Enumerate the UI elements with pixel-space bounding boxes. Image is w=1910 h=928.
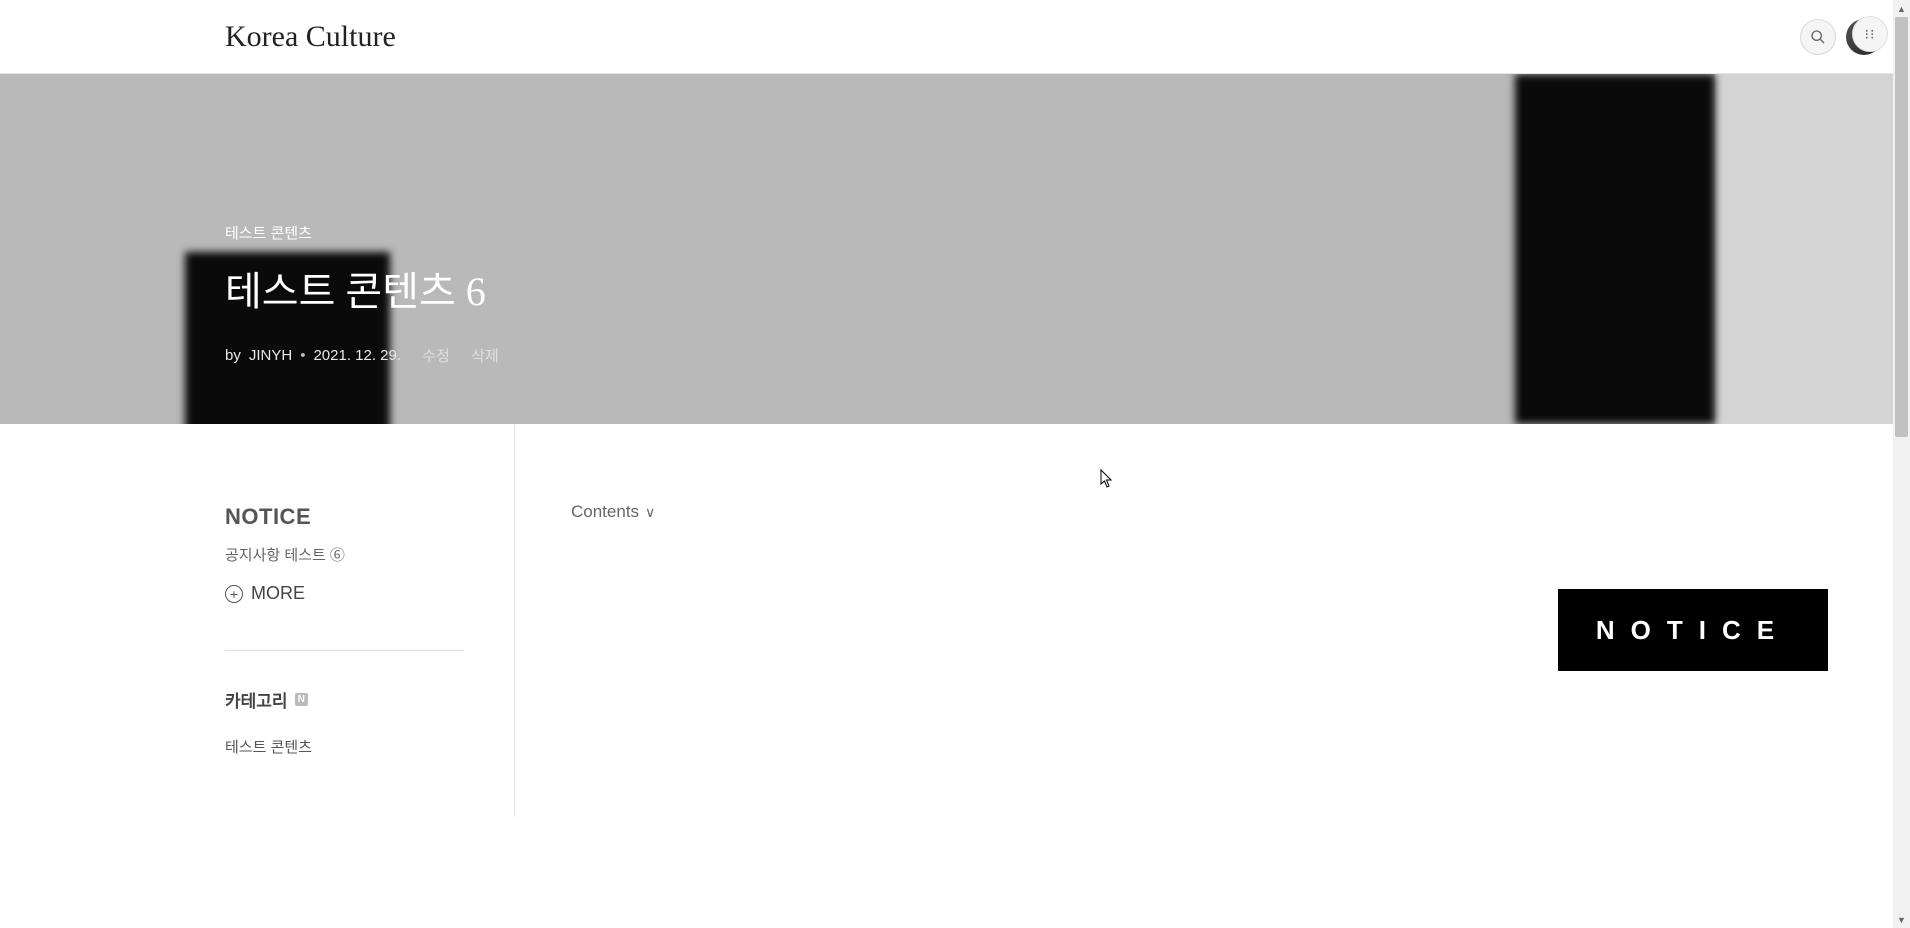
contents-toggle[interactable]: Contents ∨ <box>571 502 1910 522</box>
search-icon <box>1810 29 1826 45</box>
plus-circle-icon: + <box>225 585 243 603</box>
separator-dot: • <box>458 347 463 364</box>
post-date: 2021. 12. 29. <box>313 347 401 364</box>
sidebar-notice-heading: NOTICE <box>225 504 464 530</box>
kebab-icon: ⁝⁝ <box>1865 27 1876 41</box>
vertical-scrollbar[interactable]: ▲ ▼ <box>1893 0 1910 928</box>
scroll-up-arrow[interactable]: ▲ <box>1893 0 1910 17</box>
separator-dot: • <box>409 347 414 364</box>
author-link[interactable]: JINYH <box>249 347 292 364</box>
delete-link[interactable]: 삭제 <box>471 345 499 366</box>
more-button[interactable]: + MORE <box>225 583 464 604</box>
site-title[interactable]: Korea Culture <box>225 20 396 54</box>
post-title: 테스트 콘텐츠 6 <box>225 259 1910 317</box>
search-button[interactable] <box>1800 19 1836 55</box>
separator-dot: • <box>300 347 305 364</box>
top-header: Korea Culture <box>0 0 1910 74</box>
scroll-down-arrow[interactable]: ▼ <box>1893 911 1910 928</box>
by-label: by <box>225 347 241 364</box>
notice-graphic-text: NOTICE <box>1596 615 1790 646</box>
scrollbar-thumb[interactable] <box>1895 17 1908 437</box>
lower-area: NOTICE 공지사항 테스트 ⑥ + MORE 카테고리 N 테스트 콘텐츠 … <box>0 424 1910 817</box>
category-heading: 카테고리 N <box>225 687 464 712</box>
hero-banner: 테스트 콘텐츠 테스트 콘텐츠 6 by JINYH • 2021. 12. 2… <box>0 74 1910 424</box>
sidebar: NOTICE 공지사항 테스트 ⑥ + MORE 카테고리 N 테스트 콘텐츠 <box>0 424 515 817</box>
chevron-down-icon: ∨ <box>645 504 655 521</box>
overflow-menu-button[interactable]: ⁝⁝ <box>1852 16 1888 52</box>
post-meta: by JINYH • 2021. 12. 29. • 수정 • 삭제 <box>225 345 1910 366</box>
contents-label: Contents <box>571 502 639 522</box>
more-label: MORE <box>251 583 305 604</box>
category-item[interactable]: 테스트 콘텐츠 <box>225 736 464 757</box>
notice-graphic: NOTICE <box>1558 589 1828 671</box>
hero-category[interactable]: 테스트 콘텐츠 <box>225 222 1910 243</box>
sidebar-divider <box>225 650 464 651</box>
edit-link[interactable]: 수정 <box>422 345 450 366</box>
sidebar-notice-item[interactable]: 공지사항 테스트 ⑥ <box>225 544 464 565</box>
content-pane: Contents ∨ NOTICE <box>515 424 1910 817</box>
new-badge: N <box>295 693 308 706</box>
hero-content: 테스트 콘텐츠 테스트 콘텐츠 6 by JINYH • 2021. 12. 2… <box>0 74 1910 366</box>
category-heading-label: 카테고리 <box>225 687 288 712</box>
